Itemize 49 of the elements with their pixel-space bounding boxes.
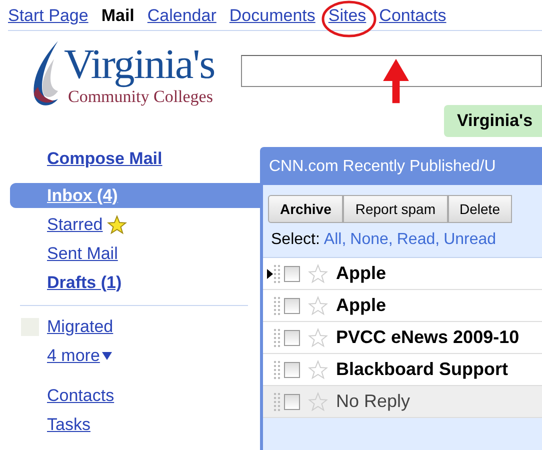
drag-handle-icon[interactable]: [274, 392, 280, 412]
more-labels-link[interactable]: 4 more: [47, 346, 100, 366]
folder-link[interactable]: Sent Mail: [10, 241, 260, 266]
logo-subtitle: Community Colleges: [68, 87, 213, 107]
select-label: Select:: [271, 231, 320, 249]
star-icon[interactable]: [308, 360, 328, 380]
toolbar-button[interactable]: Report spam: [343, 195, 448, 223]
star-icon[interactable]: [308, 264, 328, 284]
sidebar-link[interactable]: Tasks: [47, 415, 260, 440]
drag-handle-icon[interactable]: [274, 360, 280, 380]
nav-link[interactable]: Calendar: [147, 6, 216, 25]
select-link[interactable]: None,: [350, 231, 393, 249]
panel-title: CNN.com Recently Published/U: [263, 150, 542, 185]
notice-badge: Virginia's: [444, 105, 542, 137]
checkbox[interactable]: [284, 330, 300, 346]
toolbar-button[interactable]: Archive: [268, 195, 344, 223]
checkbox[interactable]: [284, 298, 300, 314]
star-icon[interactable]: [308, 328, 328, 348]
sender-name: Blackboard Support: [336, 359, 508, 380]
star-icon[interactable]: [308, 392, 328, 412]
message-row[interactable]: No Reply: [263, 386, 542, 418]
sender-name: Apple: [336, 263, 386, 284]
nav-link[interactable]: Documents: [229, 6, 316, 25]
checkbox[interactable]: [284, 266, 300, 282]
drag-handle-icon[interactable]: [274, 296, 280, 316]
sender-name: No Reply: [336, 391, 410, 412]
annotation-arrow: [380, 57, 412, 105]
caret-icon: [102, 352, 112, 360]
sender-name: Apple: [336, 295, 386, 316]
drag-handle-icon[interactable]: [274, 264, 280, 284]
label-link[interactable]: Migrated: [47, 316, 114, 336]
drag-handle-icon[interactable]: [274, 328, 280, 348]
nav-link[interactable]: Mail: [101, 6, 134, 25]
select-link[interactable]: Read,: [396, 231, 440, 249]
star-icon[interactable]: [308, 296, 328, 316]
logo-title: Virginia's: [64, 43, 215, 87]
folder-link[interactable]: Drafts (1): [10, 270, 260, 295]
checkbox[interactable]: [284, 362, 300, 378]
nav-link[interactable]: Contacts: [379, 6, 446, 25]
select-link[interactable]: All,: [324, 231, 346, 249]
select-link[interactable]: Unread: [444, 231, 496, 249]
toolbar-button[interactable]: Delete: [448, 195, 512, 223]
compose-link[interactable]: Compose Mail: [47, 149, 260, 169]
sender-name: PVCC eNews 2009-10: [336, 327, 520, 348]
checkbox[interactable]: [284, 394, 300, 410]
folder-link[interactable]: Starred: [10, 212, 260, 237]
sidebar-link[interactable]: Contacts: [47, 386, 260, 411]
nav-link[interactable]: Start Page: [8, 6, 88, 25]
search-field[interactable]: [241, 55, 542, 87]
